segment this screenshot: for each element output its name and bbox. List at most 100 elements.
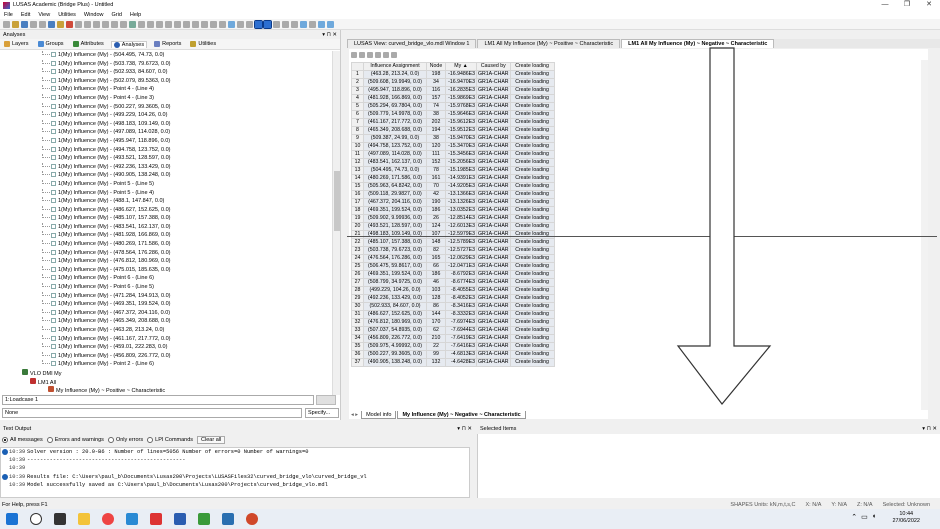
select-pointer-icon[interactable] — [254, 19, 263, 29]
table-row[interactable]: 25 (506.475, 59.8617, 0.0) 66 -12.0471E3 GR1… — [351, 262, 555, 271]
tree-item[interactable]: 1(My) Influence (My) - (463.28, 213.24, … — [0, 326, 333, 335]
checkbox-icon[interactable] — [51, 241, 56, 247]
checkbox-icon[interactable] — [51, 335, 56, 341]
tree-item[interactable]: 1(My) Influence (My) - Point 4 - (Line 4… — [0, 85, 333, 94]
tree-scroll-thumb[interactable] — [334, 171, 340, 231]
print-icon[interactable] — [30, 20, 37, 28]
checkbox-icon[interactable] — [51, 352, 56, 358]
tree-item[interactable]: 1(My) Influence (My) - (485.107, 157.388… — [0, 214, 333, 223]
delete-icon[interactable] — [66, 20, 73, 28]
checkbox-icon[interactable] — [51, 215, 56, 221]
table-row[interactable]: 17 (467.372, 204.116, 0.0) 190 -13.1326E3 GR… — [351, 198, 555, 207]
table-row[interactable]: 24 (476.564, 176.286, 0.0) 165 -12.0629E3 GR… — [351, 254, 555, 263]
table-row[interactable]: 23 (503.738, 79.6723, 0.0) 82 -12.5727E3 GR1… — [351, 246, 555, 255]
table-row[interactable]: 29 (492.236, 133.429, 0.0) 128 -8.4052E3 GR1… — [351, 294, 555, 303]
checkbox-icon[interactable] — [51, 198, 56, 204]
move-icon[interactable] — [147, 20, 154, 28]
create-loading-cell[interactable]: Create loading — [509, 270, 555, 279]
tree-item[interactable]: 1(My) Influence (My) - (494.758, 123.752… — [0, 145, 333, 155]
tree-item[interactable]: 1(My) Influence (My) - (502.933, 84.607,… — [0, 68, 333, 77]
tree-item[interactable]: 1(My) Influence (My) - (492.236, 133.429… — [0, 162, 333, 172]
table-row[interactable]: 6 (509.779, 14.9978, 0.0) 38 -15.9646E3 GR1A… — [351, 110, 555, 119]
create-loading-cell[interactable]: Create loading — [509, 134, 555, 143]
menu-grid[interactable]: Grid — [111, 12, 121, 18]
table-row[interactable]: 30 (502.933, 84.607, 0.0) 86 -8.3416E3 GR1A-… — [351, 302, 555, 311]
create-loading-cell[interactable]: Create loading — [509, 190, 555, 199]
checkbox-icon[interactable] — [51, 95, 56, 101]
table-row[interactable]: 20 (493.521, 128.597, 0.0) 124 -12.6013E3 GR… — [351, 222, 555, 231]
table-row[interactable]: 9 (509.387, 24.99, 0.0) 38 -15.9470E3 GR1A-C… — [351, 134, 555, 143]
create-loading-cell[interactable]: Create loading — [509, 126, 555, 135]
table-row[interactable]: 16 (509.118, 29.9827, 0.0) 42 -13.1366E3 GR1… — [351, 190, 555, 199]
table-row[interactable]: 36 (500.227, 99.3605, 0.0) 99 -4.6813E3 GR1A… — [351, 350, 555, 359]
create-loading-cell[interactable]: Create loading — [509, 86, 555, 95]
checkbox-icon[interactable] — [51, 258, 56, 264]
table-row[interactable]: 3 (495.947, 118.896, 0.0) 116 -16.2835E3 GR1… — [351, 86, 555, 95]
table-row[interactable]: 26 (469.351, 199.524, 0.0) 186 -8.6792E3 GR1… — [351, 270, 555, 279]
mesh-icon[interactable] — [129, 20, 136, 28]
chrome-icon[interactable] — [102, 513, 114, 525]
menu-edit[interactable]: Edit — [21, 12, 30, 18]
tree-item[interactable]: 1(My) Influence (My) - (456.809, 226.772… — [0, 351, 333, 361]
select-box-icon[interactable] — [263, 19, 272, 29]
create-loading-cell[interactable]: Create loading — [509, 238, 555, 247]
tree-item[interactable]: 1(My) Influence (My) - Point 6 - (Line 5… — [0, 283, 333, 292]
menu-utilities[interactable]: Utilities — [58, 12, 76, 18]
filter-errors-warnings[interactable]: Errors and warnings — [46, 437, 104, 443]
fit-view-icon[interactable] — [300, 20, 307, 28]
volume-tool-icon[interactable] — [120, 20, 127, 28]
checkbox-icon[interactable] — [51, 344, 56, 350]
table-row[interactable]: 7 (461.167, 217.772, 0.0) 202 -15.9612E3 GR1… — [351, 118, 555, 127]
filter-only-errors[interactable]: Only errors — [107, 437, 143, 443]
surface-tool-icon[interactable] — [111, 20, 118, 28]
checkbox-icon[interactable] — [51, 318, 56, 324]
table-row[interactable]: 11 (497.089, 114.028, 0.0) 111 -15.3456E3 GR… — [351, 150, 555, 159]
tree-item[interactable]: 1(My) Influence (My) - (483.541, 162.137… — [0, 222, 333, 232]
table-row[interactable]: 10 (494.758, 123.752, 0.0) 120 -15.3470E3 GR… — [351, 142, 555, 151]
create-loading-cell[interactable]: Create loading — [509, 334, 555, 343]
tree-item[interactable]: 1(My) Influence (My) - Point 2 - (Line 6… — [0, 360, 333, 369]
merge-icon[interactable] — [219, 20, 226, 28]
loadcase-step-button[interactable] — [316, 395, 336, 405]
checkbox-icon[interactable] — [51, 163, 56, 169]
zoom-icon[interactable] — [237, 20, 244, 28]
tab-layers[interactable]: Layers — [2, 41, 31, 47]
filter-all-messages[interactable]: All messages — [2, 437, 43, 443]
table-row[interactable]: 19 (509.902, 9.99936, 0.0) 26 -12.8514E3 GR1… — [351, 214, 555, 223]
table-save-icon[interactable] — [351, 51, 357, 58]
tray-network-icon[interactable]: ▭ — [861, 513, 868, 521]
checkbox-icon[interactable] — [51, 275, 56, 281]
powerpoint-icon[interactable] — [150, 513, 162, 525]
create-loading-cell[interactable]: Create loading — [509, 278, 555, 287]
pan-icon[interactable] — [246, 20, 253, 28]
checkbox-icon[interactable] — [51, 189, 56, 195]
table-find-icon[interactable] — [383, 51, 389, 58]
column-header[interactable]: Influence Assignment — [363, 62, 427, 71]
column-header[interactable]: My ▲ — [445, 62, 477, 71]
table-row[interactable]: 14 (480.269, 171.586, 0.0) 161 -14.9391E3 GR… — [351, 174, 555, 183]
table-row[interactable]: 8 (465.349, 208.688, 0.0) 194 -15.9512E3 GR1… — [351, 126, 555, 135]
tree-scrollbar[interactable] — [332, 51, 340, 395]
create-loading-cell[interactable]: Create loading — [509, 142, 555, 151]
scale-icon[interactable] — [183, 20, 190, 28]
tray-chevron-icon[interactable]: ⌃ — [851, 513, 857, 521]
tree-item-group[interactable]: LM1 All — [0, 377, 333, 387]
checkbox-icon[interactable] — [51, 206, 56, 212]
point-tool-icon[interactable] — [93, 20, 100, 28]
menu-file[interactable]: File — [4, 12, 13, 18]
checkbox-icon[interactable] — [51, 232, 56, 238]
selected-items-pin-controls[interactable]: ▾ ⊓ ✕ — [922, 426, 937, 432]
create-loading-cell[interactable]: Create loading — [509, 94, 555, 103]
create-loading-cell[interactable]: Create loading — [509, 318, 555, 327]
checkbox-icon[interactable] — [51, 292, 56, 298]
table-row[interactable]: 32 (476.812, 180.969, 0.0) 170 -7.6974E3 GR1… — [351, 318, 555, 327]
create-loading-cell[interactable]: Create loading — [509, 286, 555, 295]
table-zoom-icon[interactable] — [391, 51, 397, 58]
checkbox-icon[interactable] — [51, 172, 56, 178]
line-tool-icon[interactable] — [102, 20, 109, 28]
tree-item[interactable]: 1(My) Influence (My) - (461.167, 217.772… — [0, 334, 333, 344]
create-loading-cell[interactable]: Create loading — [509, 246, 555, 255]
checkbox-icon[interactable] — [51, 327, 56, 333]
checkbox-icon[interactable] — [51, 155, 56, 161]
graph-icon[interactable] — [318, 20, 325, 28]
